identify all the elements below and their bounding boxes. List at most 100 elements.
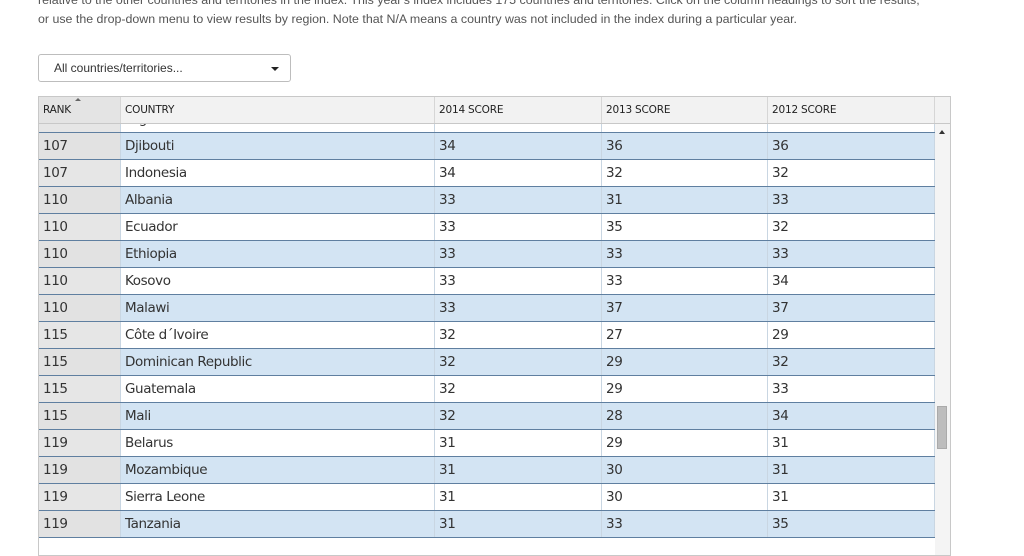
cell-country: Guatemala — [121, 376, 435, 402]
cell-score-2013: 35 — [602, 214, 768, 240]
cell-score-2012: 32 — [768, 160, 935, 186]
cell-score-2014: 32 — [435, 403, 602, 429]
cell-score-2012: 35 — [768, 124, 935, 132]
cell-score-2013: 30 — [602, 457, 768, 483]
cell-country: Argentina — [121, 124, 435, 132]
cell-rank: 119 — [39, 484, 121, 510]
cell-score-2013: 34 — [602, 124, 768, 132]
cell-score-2014: 33 — [435, 241, 602, 267]
cell-score-2014: 32 — [435, 349, 602, 375]
cell-rank: 119 — [39, 457, 121, 483]
header-score-2013[interactable]: 2013 SCORE — [602, 97, 768, 123]
header-country[interactable]: COUNTRY — [121, 97, 435, 123]
cell-country: Dominican Republic — [121, 349, 435, 375]
table-row: 115 Côte d´Ivoire 32 27 29 — [39, 322, 935, 349]
cell-rank: 110 — [39, 241, 121, 267]
cell-country: Sierra Leone — [121, 484, 435, 510]
cell-rank: 119 — [39, 511, 121, 537]
cell-rank: 110 — [39, 295, 121, 321]
cell-rank: 115 — [39, 376, 121, 402]
cell-score-2014: 33 — [435, 268, 602, 294]
cell-score-2013: 30 — [602, 484, 768, 510]
cell-score-2012: 31 — [768, 484, 935, 510]
cell-score-2014: 32 — [435, 376, 602, 402]
cell-rank: 107 — [39, 124, 121, 132]
cell-score-2013: 28 — [602, 403, 768, 429]
cell-rank: 107 — [39, 133, 121, 159]
results-table: RANK COUNTRY 2014 SCORE 2013 SCORE 2012 … — [38, 96, 951, 556]
cell-country: Ethiopia — [121, 241, 435, 267]
table-scrollbar[interactable] — [935, 124, 950, 555]
cell-score-2013: 33 — [602, 511, 768, 537]
table-row: 115 Guatemala 32 29 33 — [39, 376, 935, 403]
cell-score-2012: 37 — [768, 295, 935, 321]
cell-country: Mozambique — [121, 457, 435, 483]
header-score-2013-label: 2013 SCORE — [606, 104, 671, 116]
cell-score-2013: 36 — [602, 133, 768, 159]
table-row: 107 Indonesia 34 32 32 — [39, 160, 935, 187]
cell-score-2012: 36 — [768, 133, 935, 159]
cell-score-2014: 31 — [435, 511, 602, 537]
sort-asc-icon — [75, 98, 81, 101]
cell-score-2014: 34 — [435, 133, 602, 159]
cell-score-2012: 33 — [768, 376, 935, 402]
cell-country: Ecuador — [121, 214, 435, 240]
cell-rank: 110 — [39, 187, 121, 213]
cell-score-2013: 37 — [602, 295, 768, 321]
cell-score-2012: 32 — [768, 214, 935, 240]
chevron-down-icon — [271, 67, 279, 71]
cell-score-2013: 31 — [602, 187, 768, 213]
cell-score-2014: 31 — [435, 457, 602, 483]
table-row: 119 Tanzania 31 33 35 — [39, 511, 935, 538]
cell-country: Albania — [121, 187, 435, 213]
cell-country: Indonesia — [121, 160, 435, 186]
table-row: 110 Ecuador 33 35 32 — [39, 214, 935, 241]
table-row: 119 Belarus 31 29 31 — [39, 430, 935, 457]
region-select[interactable]: All countries/territories... — [38, 54, 291, 82]
intro-text: relative to the other countries and terr… — [38, 0, 998, 28]
cell-score-2012: 35 — [768, 511, 935, 537]
cell-country: Mali — [121, 403, 435, 429]
table-row: 110 Ethiopia 33 33 33 — [39, 241, 935, 268]
cell-country: Djibouti — [121, 133, 435, 159]
table-row: 110 Albania 33 31 33 — [39, 187, 935, 214]
cell-score-2013: 27 — [602, 322, 768, 348]
intro-line-2: or use the drop-down menu to view result… — [38, 11, 797, 26]
cell-score-2012: 31 — [768, 457, 935, 483]
table-row: 119 Mozambique 31 30 31 — [39, 457, 935, 484]
cell-score-2012: 33 — [768, 187, 935, 213]
table-row: 119 Sierra Leone 31 30 31 — [39, 484, 935, 511]
table-body[interactable]: 107Argentina343435107Djibouti343636107In… — [39, 124, 935, 555]
cell-score-2012: 34 — [768, 403, 935, 429]
scrollbar-thumb[interactable] — [937, 406, 947, 449]
table-row: 107 Djibouti 34 36 36 — [39, 133, 935, 160]
header-score-2014[interactable]: 2014 SCORE — [435, 97, 602, 123]
table-row: 110 Malawi 33 37 37 — [39, 295, 935, 322]
cell-score-2012: 32 — [768, 349, 935, 375]
header-scroll-gap — [935, 97, 950, 124]
cell-score-2013: 32 — [602, 160, 768, 186]
intro-line-1: relative to the other countries and terr… — [38, 0, 920, 7]
cell-score-2014: 32 — [435, 322, 602, 348]
header-score-2012-label: 2012 SCORE — [772, 104, 837, 116]
cell-score-2013: 29 — [602, 376, 768, 402]
cell-score-2014: 31 — [435, 430, 602, 456]
cell-rank: 107 — [39, 160, 121, 186]
cell-score-2013: 33 — [602, 268, 768, 294]
table-row: 115 Mali 32 28 34 — [39, 403, 935, 430]
cell-score-2013: 29 — [602, 349, 768, 375]
scroll-up-arrow-icon[interactable] — [939, 130, 945, 134]
table-row: 115 Dominican Republic 32 29 32 — [39, 349, 935, 376]
table-row: 110 Kosovo 33 33 34 — [39, 268, 935, 295]
cell-country: Malawi — [121, 295, 435, 321]
cell-score-2012: 29 — [768, 322, 935, 348]
cell-score-2014: 33 — [435, 187, 602, 213]
cell-score-2013: 29 — [602, 430, 768, 456]
cell-score-2012: 31 — [768, 430, 935, 456]
cell-rank: 110 — [39, 268, 121, 294]
header-rank-label: RANK — [43, 104, 71, 116]
header-score-2012[interactable]: 2012 SCORE — [768, 97, 935, 123]
header-rank[interactable]: RANK — [39, 97, 121, 123]
header-score-2014-label: 2014 SCORE — [439, 104, 504, 116]
cell-score-2014: 34 — [435, 160, 602, 186]
